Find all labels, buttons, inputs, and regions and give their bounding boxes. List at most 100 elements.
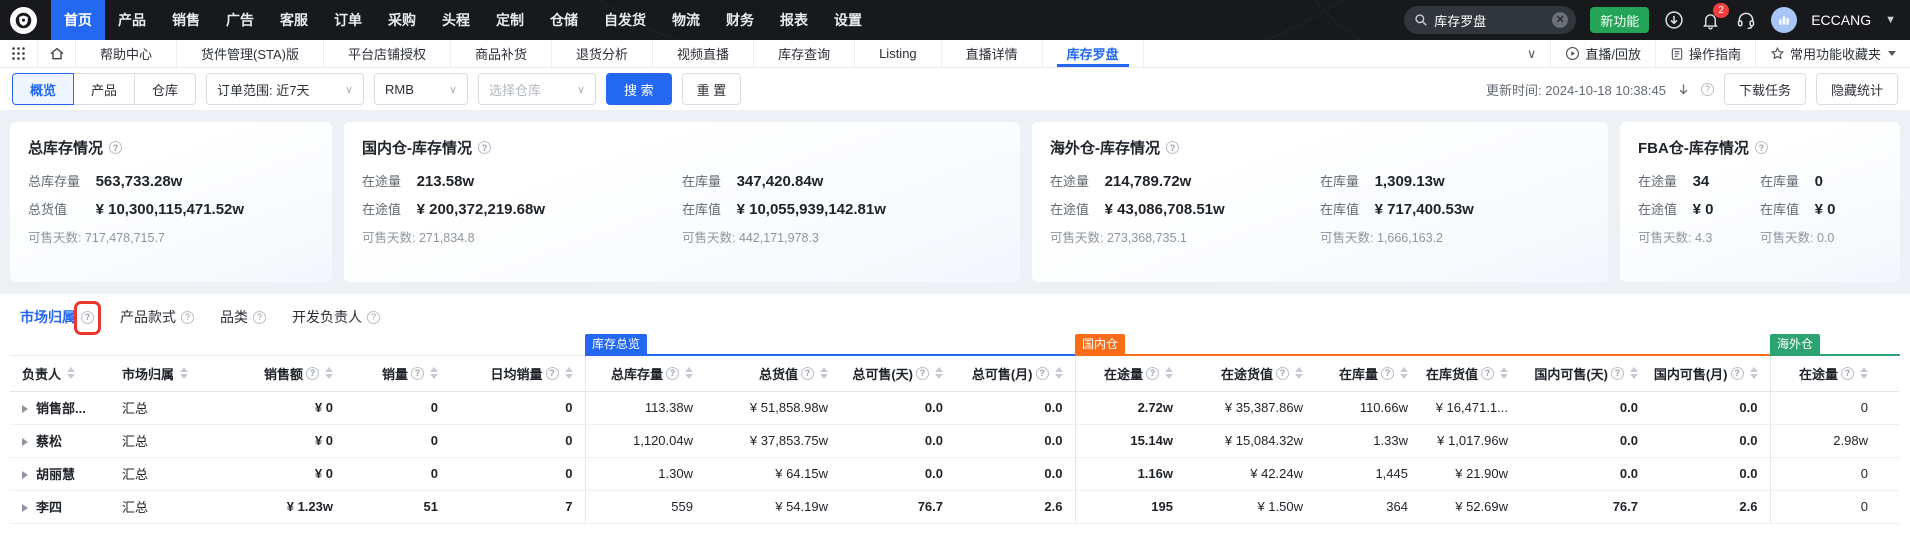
sort-icon[interactable] (935, 367, 943, 379)
hide-stats-button[interactable]: 隐藏统计 (1816, 73, 1898, 105)
order-range-select[interactable]: 订单范围: 近7天∨ (206, 73, 364, 105)
sort-icon[interactable] (1400, 367, 1408, 379)
account-name[interactable]: ECCANG (1811, 12, 1871, 28)
update-help-icon[interactable]: ? (1701, 83, 1714, 96)
column-header[interactable]: 国内可售(月)? (1650, 356, 1770, 391)
topnav-item[interactable]: 销售 (159, 0, 213, 40)
card-help-icon[interactable]: ? (109, 141, 122, 154)
download-tasks-button[interactable]: 下载任务 (1724, 73, 1806, 105)
currency-select[interactable]: RMB∨ (374, 73, 468, 105)
dimension-tab[interactable]: 市场归属? (20, 307, 94, 327)
user-avatar[interactable] (1771, 7, 1797, 33)
dimension-tab-help-icon[interactable]: ? (367, 311, 380, 324)
column-header[interactable]: 销量? (345, 356, 450, 391)
operation-guide-link[interactable]: 操作指南 (1655, 40, 1755, 67)
page-tab[interactable]: 平台店铺授权 (324, 40, 451, 67)
card-help-icon[interactable]: ? (1166, 141, 1179, 154)
column-header[interactable]: 日均销量? (450, 356, 585, 391)
page-tab[interactable]: 库存查询 (754, 40, 855, 67)
topnav-item[interactable]: 报表 (767, 0, 821, 40)
page-tab[interactable]: Listing (855, 40, 942, 67)
card-help-icon[interactable]: ? (478, 141, 491, 154)
topnav-item[interactable]: 首页 (51, 0, 105, 40)
column-help-icon[interactable]: ? (1036, 367, 1049, 380)
dimension-tab-help-icon[interactable]: ? (253, 311, 266, 324)
sort-icon[interactable] (565, 367, 573, 379)
column-help-icon[interactable]: ? (666, 367, 679, 380)
dimension-tab-help-icon[interactable]: ? (81, 311, 94, 324)
topnav-item[interactable]: 头程 (429, 0, 483, 40)
page-tab[interactable]: 帮助中心 (76, 40, 177, 67)
column-help-icon[interactable]: ? (546, 367, 559, 380)
column-header[interactable]: 在途量? (1770, 356, 1880, 391)
column-header[interactable]: 负责人 (10, 356, 110, 391)
topnav-item[interactable]: 财务 (713, 0, 767, 40)
topnav-item[interactable]: 产品 (105, 0, 159, 40)
view-mode-button[interactable]: 概览 (12, 73, 74, 105)
account-chevron-down-icon[interactable]: ▼ (1885, 14, 1896, 26)
app-logo-icon[interactable] (10, 7, 37, 34)
column-help-icon[interactable]: ? (1381, 367, 1394, 380)
global-search[interactable]: ✕ (1404, 6, 1576, 34)
refresh-download-arrow-icon[interactable] (1676, 82, 1691, 97)
column-help-icon[interactable]: ? (1276, 367, 1289, 380)
card-help-icon[interactable]: ? (1755, 141, 1768, 154)
column-header[interactable]: 销售额? (215, 356, 345, 391)
topnav-item[interactable]: 仓储 (537, 0, 591, 40)
page-tab[interactable]: 货件管理(STA)版 (177, 40, 324, 67)
expand-row-icon[interactable] (22, 405, 28, 413)
topnav-item[interactable]: 物流 (659, 0, 713, 40)
notifications-bell-icon[interactable]: 2 (1699, 9, 1721, 31)
column-header[interactable]: 在途量? (1075, 356, 1185, 391)
column-help-icon[interactable]: ? (916, 367, 929, 380)
column-header[interactable]: 总可售(天)? (840, 356, 955, 391)
column-help-icon[interactable]: ? (411, 367, 424, 380)
column-help-icon[interactable]: ? (306, 367, 319, 380)
page-tab[interactable]: 退货分析 (552, 40, 653, 67)
expand-row-icon[interactable] (22, 438, 28, 446)
sort-icon[interactable] (430, 367, 438, 379)
column-header[interactable]: 在途货值? (1185, 356, 1315, 391)
sort-icon[interactable] (180, 367, 188, 379)
sort-icon[interactable] (1165, 367, 1173, 379)
expand-row-icon[interactable] (22, 504, 28, 512)
table-scroll-area[interactable]: 库存总览国内仓海外仓 负责人市场归属销售额?销量?日均销量?总库存量?总货值?总… (10, 334, 1900, 524)
column-help-icon[interactable]: ? (1841, 367, 1854, 380)
column-header[interactable]: 在库量? (1315, 356, 1420, 391)
dimension-tab[interactable]: 产品款式? (120, 307, 194, 327)
topnav-item[interactable]: 广告 (213, 0, 267, 40)
clear-search-icon[interactable]: ✕ (1552, 12, 1568, 28)
column-help-icon[interactable]: ? (801, 367, 814, 380)
topnav-item[interactable]: 订单 (321, 0, 375, 40)
support-headset-icon[interactable] (1735, 9, 1757, 31)
dimension-tab-help-icon[interactable]: ? (181, 311, 194, 324)
page-tab[interactable]: 库存罗盘 (1043, 40, 1144, 67)
live-replay-link[interactable]: 直播/回放 (1550, 40, 1655, 67)
search-input[interactable] (1434, 13, 1546, 28)
sort-icon[interactable] (1500, 367, 1508, 379)
sort-icon[interactable] (325, 367, 333, 379)
page-tab[interactable]: 视频直播 (653, 40, 754, 67)
topnav-item[interactable]: 设置 (821, 0, 875, 40)
collapse-chevron-icon[interactable]: ∨ (1513, 40, 1551, 67)
view-mode-button[interactable]: 仓库 (134, 73, 196, 105)
column-header[interactable]: 市场归属 (110, 356, 215, 391)
column-help-icon[interactable]: ? (1146, 367, 1159, 380)
topnav-item[interactable]: 客服 (267, 0, 321, 40)
sort-icon[interactable] (67, 367, 75, 379)
column-header[interactable]: 国内可售(天)? (1520, 356, 1650, 391)
download-center-icon[interactable] (1663, 9, 1685, 31)
sort-icon[interactable] (1295, 367, 1303, 379)
sort-icon[interactable] (1630, 367, 1638, 379)
column-help-icon[interactable]: ? (1731, 367, 1744, 380)
column-header[interactable]: 在库货值? (1420, 356, 1520, 391)
sort-icon[interactable] (1055, 367, 1063, 379)
topnav-item[interactable]: 采购 (375, 0, 429, 40)
search-button[interactable]: 搜 索 (606, 73, 672, 105)
reset-button[interactable]: 重 置 (682, 73, 742, 105)
column-header[interactable]: 总可售(月)? (955, 356, 1075, 391)
expand-row-icon[interactable] (22, 471, 28, 479)
sort-icon[interactable] (1860, 367, 1868, 379)
sort-icon[interactable] (820, 367, 828, 379)
apps-grid-icon[interactable] (0, 40, 38, 67)
